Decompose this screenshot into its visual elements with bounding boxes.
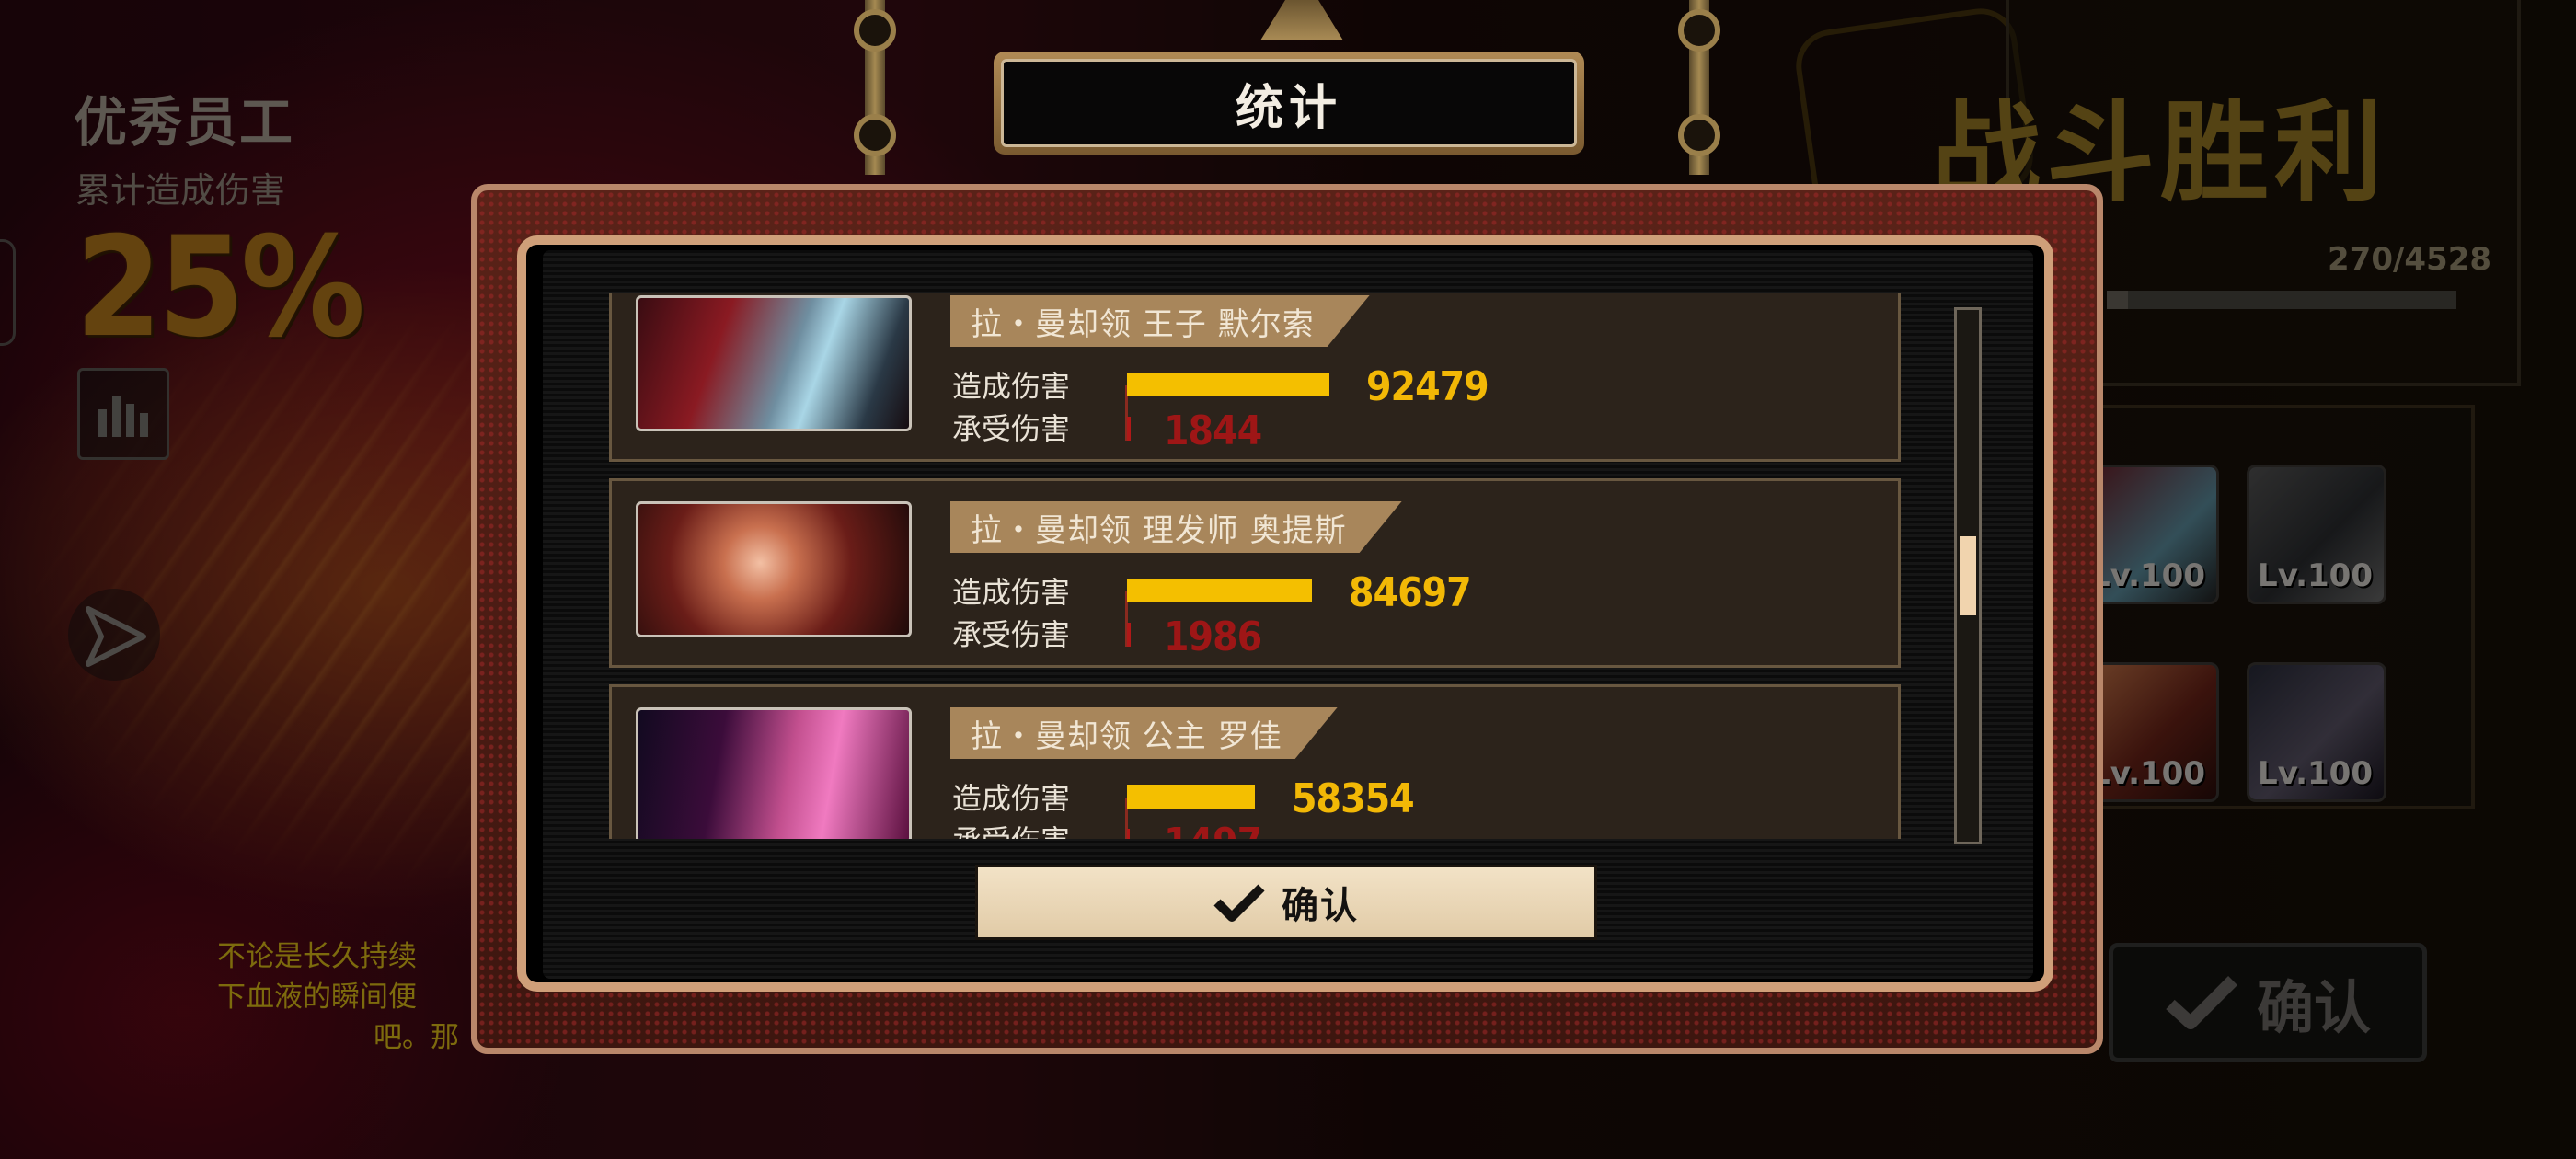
- character-portrait: [636, 707, 912, 839]
- character-nameplate: 拉・曼却领 王子 默尔索: [950, 295, 1370, 347]
- damage-dealt-bar: [1127, 373, 1329, 396]
- damage-entry: 拉・曼却领 公主 罗佳 造成伤害 承受伤害 58354 1497: [609, 684, 1901, 839]
- checkmark-icon: [1213, 884, 1265, 922]
- dialog-title-plate: 统计: [994, 52, 1584, 155]
- chain-knob: [1678, 9, 1720, 52]
- character-name: 拉・曼却领 王子 默尔索: [971, 305, 1315, 343]
- damage-list[interactable]: 拉・曼却领 王子 默尔索 造成伤害 承受伤害 92479 1844 拉・曼却领 …: [609, 293, 1903, 839]
- damage-taken-label: 承受伤害: [952, 818, 1070, 839]
- chain-knob: [1678, 114, 1720, 156]
- damage-entry: 拉・曼却领 王子 默尔索 造成伤害 承受伤害 92479 1844: [609, 293, 1901, 462]
- damage-dealt-label: 造成伤害: [952, 781, 1071, 816]
- list-scrollbar[interactable]: [1954, 307, 1982, 844]
- confirm-label: 确认: [1282, 885, 1359, 927]
- character-name: 拉・曼却领 理发师 奥提斯: [971, 511, 1347, 549]
- character-portrait: [636, 295, 912, 431]
- damage-taken-value: 1986: [1164, 614, 1262, 660]
- damage-dealt-value: 58354: [1292, 775, 1415, 822]
- chain-knob: [854, 9, 896, 52]
- damage-dealt-bar: [1127, 579, 1312, 602]
- damage-taken-label: 承受伤害: [952, 617, 1071, 652]
- confirm-button[interactable]: 确认: [975, 865, 1597, 940]
- damage-dealt-value: 84697: [1349, 569, 1472, 616]
- damage-dealt-value: 92479: [1366, 363, 1489, 410]
- dialog-title: 统计: [1235, 80, 1342, 136]
- character-nameplate: 拉・曼却领 理发师 奥提斯: [950, 501, 1402, 553]
- damage-taken-bar: [1127, 829, 1130, 839]
- damage-taken-value: 1497: [1164, 820, 1262, 839]
- character-nameplate: 拉・曼却领 公主 罗佳: [950, 707, 1338, 759]
- character-name: 拉・曼却领 公主 罗佳: [971, 717, 1282, 755]
- damage-taken-label: 承受伤害: [952, 411, 1071, 446]
- damage-taken-bar: [1127, 623, 1131, 647]
- damage-entry: 拉・曼却领 理发师 奥提斯 造成伤害 承受伤害 84697 1986: [609, 478, 1901, 668]
- chain-knob: [854, 114, 896, 156]
- damage-dealt-bar: [1127, 785, 1255, 809]
- damage-dealt-label: 造成伤害: [952, 369, 1071, 404]
- scrollbar-thumb[interactable]: [1960, 536, 1976, 615]
- character-portrait: [636, 501, 912, 637]
- damage-taken-value: 1844: [1164, 407, 1262, 454]
- damage-dealt-label: 造成伤害: [952, 575, 1071, 610]
- damage-taken-bar: [1127, 417, 1131, 441]
